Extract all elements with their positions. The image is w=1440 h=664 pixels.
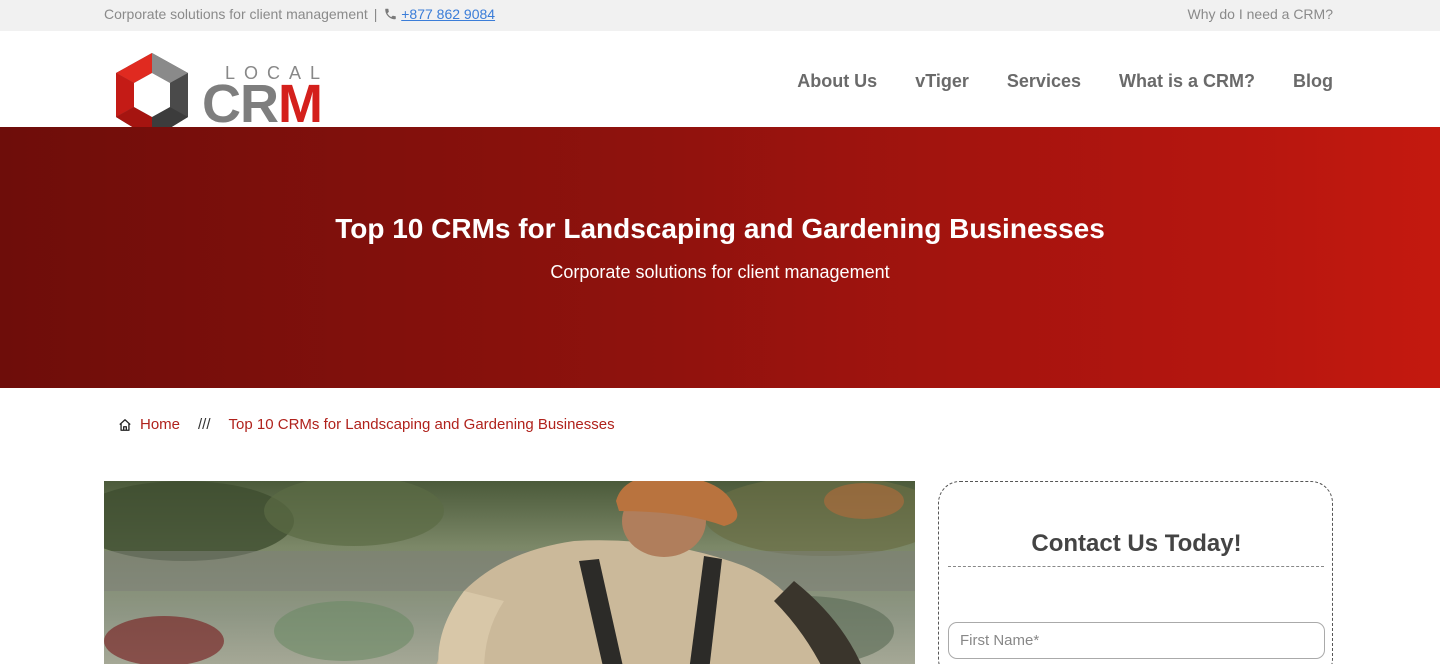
featured-image	[104, 481, 915, 664]
contact-divider	[948, 566, 1324, 567]
breadcrumb-home[interactable]: Home	[140, 416, 180, 433]
nav-blog[interactable]: Blog	[1293, 71, 1333, 92]
site-header: LOCAL CRM About Us vTiger Services What …	[0, 31, 1440, 139]
breadcrumb-separator: ///	[198, 416, 211, 433]
why-crm-link[interactable]: Why do I need a CRM?	[1187, 6, 1333, 22]
first-name-field[interactable]	[948, 622, 1325, 659]
logo-crm-m: M	[278, 74, 323, 134]
phone-icon	[385, 8, 396, 20]
nav-services[interactable]: Services	[1007, 71, 1081, 92]
nav-about-us[interactable]: About Us	[797, 71, 877, 92]
breadcrumb-current[interactable]: Top 10 CRMs for Landscaping and Gardenin…	[229, 416, 615, 433]
top-bar: Corporate solutions for client managemen…	[0, 0, 1440, 31]
contact-card: Contact Us Today!	[938, 481, 1333, 664]
logo-crm-cr: CR	[202, 74, 279, 134]
main-nav: About Us vTiger Services What is a CRM? …	[759, 71, 1333, 92]
contact-title: Contact Us Today!	[1031, 530, 1242, 557]
home-icon	[119, 418, 131, 431]
logo-crm-text: CRM	[202, 74, 323, 134]
gardener-photo	[104, 481, 915, 664]
page-hero: Top 10 CRMs for Landscaping and Gardenin…	[0, 127, 1440, 388]
nav-vtiger[interactable]: vTiger	[915, 71, 969, 92]
page-title: Top 10 CRMs for Landscaping and Gardenin…	[335, 213, 1105, 244]
top-bar-contact: Corporate solutions for client managemen…	[104, 6, 495, 22]
top-bar-tagline: Corporate solutions for client managemen…	[104, 6, 368, 22]
phone-link[interactable]: +877 862 9084	[401, 6, 495, 22]
nav-what-is-crm[interactable]: What is a CRM?	[1119, 71, 1255, 92]
top-bar-separator: |	[373, 6, 378, 22]
breadcrumb: Home /// Top 10 CRMs for Landscaping and…	[118, 416, 615, 433]
page-subtitle: Corporate solutions for client managemen…	[550, 262, 890, 282]
